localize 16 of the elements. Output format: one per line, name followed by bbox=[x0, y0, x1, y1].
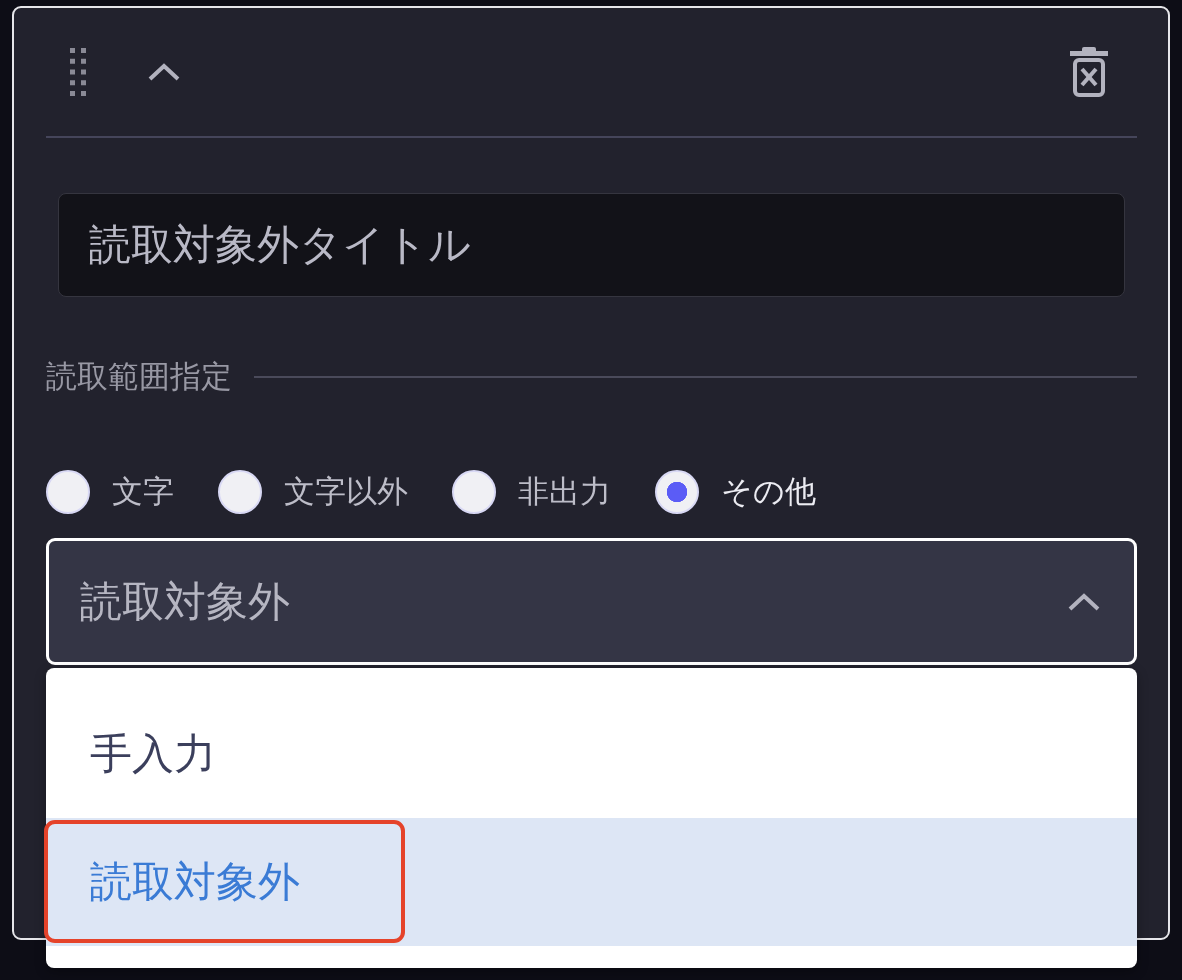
radio-label: 非出力 bbox=[518, 472, 611, 511]
chevron-up-icon bbox=[1068, 591, 1100, 612]
radio-button[interactable] bbox=[46, 470, 90, 514]
dropdown-select[interactable]: 読取対象外 bbox=[46, 538, 1137, 665]
radio-button[interactable] bbox=[452, 470, 496, 514]
title-input[interactable]: 読取対象外タイトル bbox=[58, 193, 1125, 297]
radio-label: その他 bbox=[721, 472, 816, 511]
trash-icon[interactable] bbox=[1070, 47, 1108, 97]
radio-label: 文字以外 bbox=[284, 472, 408, 511]
section-label: 読取範囲指定 bbox=[46, 357, 232, 396]
drag-handle-icon[interactable] bbox=[70, 48, 86, 96]
radio-label: 文字 bbox=[112, 472, 174, 511]
chevron-up-icon[interactable] bbox=[148, 62, 180, 82]
radio-button[interactable] bbox=[655, 470, 699, 514]
radio-button[interactable] bbox=[218, 470, 262, 514]
dropdown-option[interactable]: 手入力 bbox=[46, 690, 1137, 818]
